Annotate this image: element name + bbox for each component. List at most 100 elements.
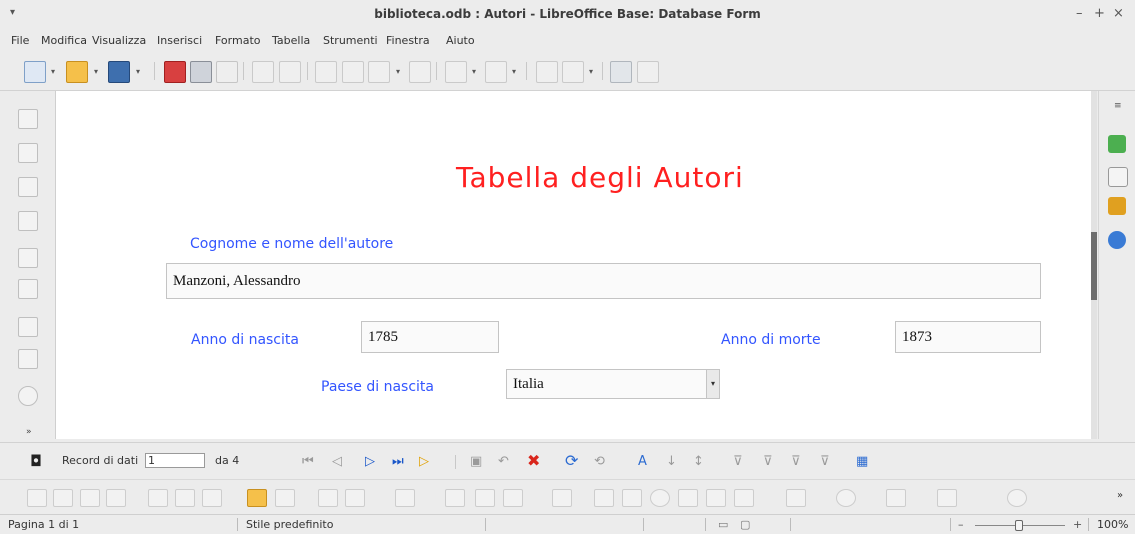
paste-icon[interactable]	[368, 61, 390, 83]
menu-formato[interactable]: Formato	[215, 34, 261, 47]
sort-ascending-icon[interactable]: A	[638, 454, 647, 469]
flowchart-icon[interactable]	[937, 489, 957, 507]
death-year-field[interactable]: 1873	[895, 321, 1041, 353]
tab-order-icon[interactable]	[175, 489, 195, 507]
sort-icon[interactable]: ↕	[693, 454, 704, 469]
autofilter-icon[interactable]: ⊽	[733, 454, 743, 469]
callout-icon[interactable]	[734, 489, 754, 507]
autospellcheck-icon[interactable]	[279, 61, 301, 83]
close-button[interactable]: ×	[1113, 6, 1124, 21]
position-size-icon[interactable]	[318, 489, 338, 507]
design-mode-icon[interactable]	[53, 489, 73, 507]
sort-descending-icon[interactable]: ↓	[666, 454, 677, 469]
refresh-control-icon[interactable]: ⟲	[594, 454, 605, 469]
birth-year-field[interactable]: 1785	[361, 321, 499, 353]
properties-icon[interactable]	[1108, 135, 1126, 153]
chevron-down-icon[interactable]: ▾	[472, 67, 476, 76]
form-properties-icon[interactable]	[106, 489, 126, 507]
formatted-field-icon[interactable]	[18, 317, 38, 337]
open-design-mode-icon[interactable]	[247, 489, 267, 507]
zoom-level[interactable]: 100%	[1097, 518, 1128, 531]
save-icon[interactable]	[108, 61, 130, 83]
menu-visualizza[interactable]: Visualizza	[92, 34, 146, 47]
rectangle-icon[interactable]	[622, 489, 642, 507]
option-button-icon[interactable]	[18, 386, 38, 406]
refresh-icon[interactable]: ⟳	[565, 451, 578, 470]
select-arrow-icon[interactable]	[18, 109, 38, 129]
table-icon[interactable]	[562, 61, 584, 83]
menu-inserisci[interactable]: Inserisci	[157, 34, 202, 47]
zoom-in-button[interactable]: +	[1073, 518, 1082, 531]
maximize-button[interactable]: +	[1094, 6, 1105, 21]
clone-formatting-icon[interactable]	[409, 61, 431, 83]
basic-shapes-icon[interactable]	[786, 489, 806, 507]
new-record-icon[interactable]: ▷	[419, 454, 429, 469]
formatting-marks-icon[interactable]	[637, 61, 659, 83]
design-mode-icon[interactable]	[18, 143, 38, 163]
label-field-icon[interactable]	[18, 279, 38, 299]
standard-filter-icon[interactable]: ⊽	[791, 454, 801, 469]
menu-file[interactable]: File	[11, 34, 29, 47]
menu-finestra[interactable]: Finestra	[386, 34, 430, 47]
select-icon[interactable]	[27, 489, 47, 507]
callouts-icon[interactable]	[1007, 489, 1027, 507]
line-icon[interactable]	[594, 489, 614, 507]
record-number-input[interactable]: 1	[145, 453, 205, 468]
spellcheck-icon[interactable]	[252, 61, 274, 83]
helplines-icon[interactable]	[503, 489, 523, 507]
styles-icon[interactable]	[1108, 167, 1128, 187]
apply-filter-icon[interactable]: ⊽	[763, 454, 773, 469]
form-navigator-icon[interactable]	[148, 489, 168, 507]
zoom-slider-handle[interactable]	[1015, 520, 1023, 531]
first-record-icon[interactable]: ⏮	[302, 454, 314, 469]
text-box-icon[interactable]	[706, 489, 726, 507]
save-record-icon[interactable]: ▣	[470, 454, 482, 469]
open-folder-icon[interactable]	[66, 61, 88, 83]
hyperlink-icon[interactable]	[536, 61, 558, 83]
more-tools-icon[interactable]: »	[1117, 490, 1123, 501]
new-document-icon[interactable]	[24, 61, 46, 83]
more-controls-icon[interactable]: »	[26, 427, 32, 437]
automatic-control-focus-icon[interactable]	[275, 489, 295, 507]
form-design-icon[interactable]	[18, 211, 38, 231]
checkbox-icon[interactable]	[18, 248, 38, 268]
add-field-icon[interactable]	[202, 489, 222, 507]
reset-filter-icon[interactable]: ⊽	[820, 454, 830, 469]
chevron-down-icon[interactable]: ▾	[94, 67, 98, 76]
grid-icon[interactable]	[445, 489, 465, 507]
draw-select-icon[interactable]	[552, 489, 572, 507]
align-icon[interactable]	[395, 489, 415, 507]
minimize-button[interactable]: –	[1076, 6, 1083, 21]
block-arrows-icon[interactable]	[886, 489, 906, 507]
sidebar-menu-icon[interactable]: ≡	[1114, 101, 1122, 111]
menu-strumenti[interactable]: Strumenti	[323, 34, 378, 47]
print-icon[interactable]	[190, 61, 212, 83]
chevron-down-icon[interactable]: ▾	[51, 67, 55, 76]
last-record-icon[interactable]: ⏭	[392, 454, 404, 469]
author-field[interactable]: Manzoni, Alessandro	[166, 263, 1041, 299]
print-preview-icon[interactable]	[216, 61, 238, 83]
menu-tabella[interactable]: Tabella	[272, 34, 310, 47]
snap-grid-icon[interactable]	[475, 489, 495, 507]
menu-modifica[interactable]: Modifica	[41, 34, 87, 47]
push-button-icon[interactable]	[18, 349, 38, 369]
control-wizards-icon[interactable]	[18, 177, 38, 197]
menu-aiuto[interactable]: Aiuto	[446, 34, 475, 47]
export-pdf-icon[interactable]	[164, 61, 186, 83]
undo-icon[interactable]	[445, 61, 467, 83]
wizards-icon[interactable]	[80, 489, 100, 507]
zoom-out-button[interactable]: –	[958, 518, 964, 531]
symbol-shapes-icon[interactable]	[836, 489, 856, 507]
navigator-icon[interactable]	[1108, 231, 1126, 249]
chevron-down-icon[interactable]: ▾	[706, 370, 719, 398]
anchor-icon[interactable]	[345, 489, 365, 507]
signature-icon[interactable]: ▢	[740, 518, 750, 531]
scrollbar-thumb[interactable]	[1091, 232, 1097, 300]
undo-record-icon[interactable]: ↶	[498, 454, 509, 469]
cut-icon[interactable]	[315, 61, 337, 83]
chevron-down-icon[interactable]: ▾	[589, 67, 593, 76]
data-source-table-icon[interactable]: ▦	[856, 454, 868, 469]
freeform-line-icon[interactable]	[678, 489, 698, 507]
find-record-icon[interactable]: ◘	[30, 452, 42, 470]
image-icon[interactable]	[610, 61, 632, 83]
